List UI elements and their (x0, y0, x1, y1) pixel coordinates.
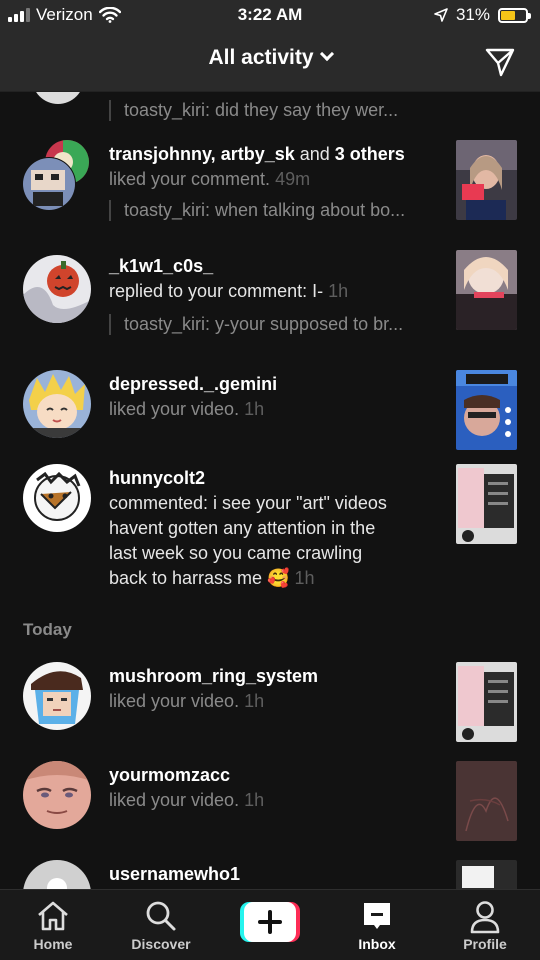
thumbnail-image (456, 761, 517, 841)
video-thumbnail[interactable] (456, 464, 517, 544)
activity-text: usernamewho1 (109, 862, 439, 887)
username-link[interactable]: hunnycolt2 (109, 466, 439, 491)
header: All activity (0, 32, 540, 92)
plus-icon (240, 902, 300, 942)
activity-action: replied to your comment: I- (109, 281, 324, 301)
inbox-icon (364, 903, 390, 929)
timestamp: 1h (244, 399, 265, 419)
avatar[interactable] (23, 255, 91, 323)
video-thumbnail[interactable] (456, 860, 517, 889)
username-link[interactable]: transjohnny (109, 144, 211, 164)
activity-text: hunnycolt2 commented: i see your "art" v… (109, 466, 439, 591)
video-thumbnail[interactable] (456, 761, 517, 841)
activity-text: mushroom_ring_system liked your video. 1… (109, 664, 439, 714)
comment-line: back to harrass me (109, 568, 263, 588)
avatar[interactable] (23, 370, 91, 438)
home-icon (38, 901, 68, 931)
nav-profile-label: Profile (463, 936, 507, 952)
activity-feed[interactable]: toasty_kiri: did they say they wer... tr… (0, 92, 540, 889)
bottom-nav: Home Discover Inbox Profile (0, 889, 540, 960)
avatar[interactable] (32, 92, 84, 104)
video-thumbnail[interactable] (456, 370, 517, 450)
separator-text: , (210, 144, 221, 164)
activity-action: liked your comment. (109, 169, 271, 189)
avatar-image (23, 464, 91, 532)
video-thumbnail[interactable] (456, 662, 517, 742)
activity-action: liked your video. (109, 399, 240, 419)
location-arrow-icon (434, 8, 448, 22)
status-right: 31% (434, 5, 531, 25)
username-link[interactable]: artby_sk (221, 144, 295, 164)
chevron-down-icon (319, 46, 334, 62)
quoted-comment: toasty_kiri: y-your supposed to br... (109, 314, 403, 335)
timestamp: 1h (294, 568, 315, 588)
username-link[interactable]: depressed._.gemini (109, 372, 439, 397)
profile-icon (470, 901, 500, 934)
conjunction-text: and (294, 144, 335, 164)
activity-text: _k1w1_c0s_ replied to your comment: I- 1… (109, 254, 439, 304)
username-link[interactable]: usernamewho1 (109, 862, 439, 887)
video-thumbnail[interactable] (456, 250, 517, 330)
nav-profile[interactable]: Profile (440, 890, 530, 960)
activity-text: depressed._.gemini liked your video. 1h (109, 372, 439, 422)
username-link[interactable]: yourmomzacc (109, 763, 439, 788)
video-thumbnail[interactable] (456, 140, 517, 220)
nav-discover[interactable]: Discover (116, 890, 206, 960)
battery-icon (498, 7, 531, 23)
nav-discover-label: Discover (131, 936, 191, 952)
thumbnail-image (456, 250, 517, 330)
smiling-face-hearts-emoji: 🥰 (267, 568, 290, 588)
avatar-image (23, 370, 91, 438)
avatar-image (23, 662, 91, 730)
activity-action: liked your video. (109, 691, 240, 711)
others-link[interactable]: 3 others (335, 144, 405, 164)
status-bar: Verizon 3:22 AM 31% (0, 0, 540, 32)
nav-home-label: Home (33, 936, 73, 952)
avatar[interactable] (23, 860, 91, 889)
thumbnail-image (456, 662, 517, 742)
comment-line: commented: i see your "art" videos (109, 493, 387, 513)
timestamp: 1h (244, 691, 265, 711)
activity-text: transjohnny, artby_sk and 3 others liked… (109, 142, 439, 192)
thumbnail-image (456, 370, 517, 450)
activity-filter-dropdown[interactable]: All activity (0, 46, 540, 70)
timestamp: 49m (275, 169, 311, 189)
nav-inbox[interactable]: Inbox (332, 890, 422, 960)
quoted-comment: toasty_kiri: did they say they wer... (109, 100, 398, 121)
username-link[interactable]: mushroom_ring_system (109, 664, 439, 689)
avatar-image (23, 255, 91, 323)
avatar (23, 140, 89, 210)
thumbnail-image (456, 860, 517, 889)
comment-line: havent gotten any attention in the (109, 518, 376, 538)
avatar[interactable] (23, 662, 91, 730)
activity-text: yourmomzacc liked your video. 1h (109, 763, 439, 813)
send-message-icon[interactable] (484, 46, 516, 78)
thumbnail-image (456, 464, 517, 544)
nav-inbox-label: Inbox (358, 936, 396, 952)
thumbnail-image (456, 140, 517, 220)
username-link[interactable]: _k1w1_c0s_ (109, 254, 439, 279)
nav-home[interactable]: Home (8, 890, 98, 960)
comment-line: last week so you came crawling (109, 543, 363, 563)
quoted-comment: toasty_kiri: when talking about bo... (109, 200, 405, 221)
timestamp: 1h (244, 790, 265, 810)
avatar-image (23, 860, 91, 889)
avatar[interactable] (23, 761, 91, 829)
search-icon (146, 901, 176, 931)
timestamp: 1h (328, 281, 349, 301)
avatar[interactable] (23, 464, 91, 532)
group-avatar[interactable] (23, 140, 93, 210)
section-header-today: Today (23, 620, 72, 639)
battery-percent: 31% (455, 5, 490, 24)
activity-action: liked your video. (109, 790, 240, 810)
create-video-button[interactable] (240, 902, 300, 942)
page-title: All activity (208, 46, 314, 69)
avatar-image (23, 761, 91, 829)
